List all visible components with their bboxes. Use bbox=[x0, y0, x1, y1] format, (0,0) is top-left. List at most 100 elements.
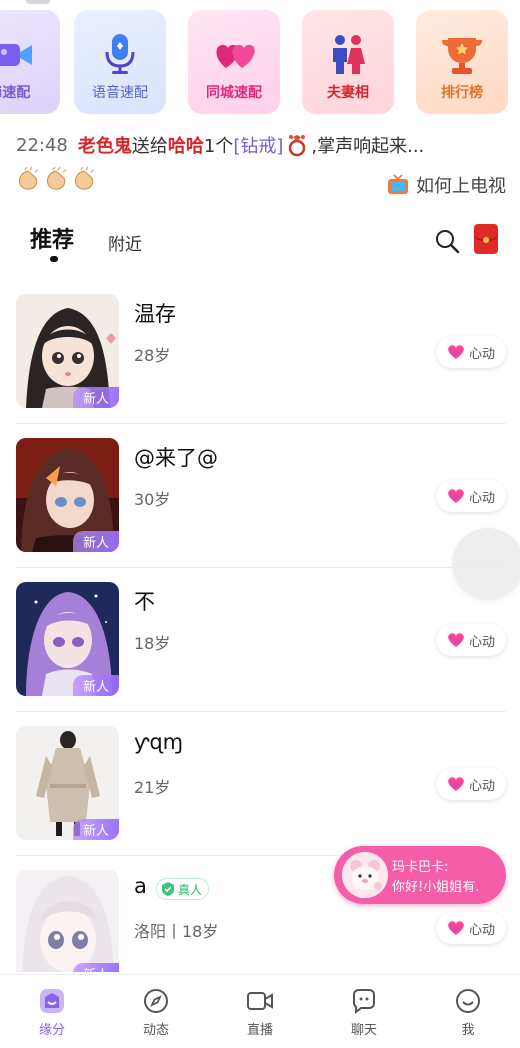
like-label: 心动 bbox=[468, 490, 495, 506]
avatar-image bbox=[16, 870, 119, 972]
broadcast-time: 22:48 bbox=[16, 134, 68, 156]
ring-icon bbox=[289, 135, 306, 157]
user-name: a bbox=[134, 874, 147, 898]
avatar[interactable]: 新人 bbox=[16, 438, 119, 552]
new-user-badge: 新人 bbox=[72, 387, 119, 408]
new-user-badge: 新人 bbox=[72, 531, 119, 552]
list-item[interactable]: 新人 不 18岁 心动 bbox=[0, 568, 520, 712]
clap-icon bbox=[75, 166, 95, 190]
list-item[interactable]: 新人 @来了@ 30岁 心动 bbox=[0, 424, 520, 568]
broadcast-suffix: ,掌声响起来... bbox=[311, 136, 425, 157]
hearts-icon bbox=[216, 44, 255, 68]
tv-icon bbox=[388, 174, 408, 194]
chat-popup-name: 玛卡巴卡: bbox=[392, 860, 449, 875]
list-item[interactable]: 新人 ƴɋɱ 21岁 心动 bbox=[0, 712, 520, 856]
feature-row: i速配 语音速配 同城速配 夫妻相 排行榜 bbox=[0, 0, 520, 122]
video-match-card[interactable]: i速配 bbox=[0, 10, 60, 114]
smile-icon bbox=[456, 989, 480, 1013]
camera-icon bbox=[247, 992, 273, 1010]
ranking-label: 排行榜 bbox=[441, 85, 483, 101]
user-age: 21岁 bbox=[134, 778, 171, 797]
chat-icon bbox=[353, 989, 375, 1015]
verified-label: 真人 bbox=[178, 882, 203, 897]
city-match-card[interactable]: 同城速配 bbox=[188, 10, 280, 114]
couple-card[interactable]: 夫妻相 bbox=[302, 10, 394, 114]
avatar[interactable]: 新人 bbox=[16, 726, 119, 840]
nav-label: 聊天 bbox=[350, 1023, 377, 1038]
broadcast-verb: 送给 bbox=[131, 136, 168, 157]
broadcast-gift: [钻戒] bbox=[233, 136, 284, 157]
avatar[interactable]: 新人 bbox=[16, 582, 119, 696]
user-age: 18岁 bbox=[134, 634, 171, 653]
gift-broadcast[interactable]: 22:48 老色鬼 送给 哈哈 1个 [钻戒] ,掌声响起来... bbox=[16, 132, 506, 158]
like-button[interactable]: 心动 bbox=[436, 480, 506, 512]
user-age: 30岁 bbox=[134, 490, 171, 509]
voice-match-card[interactable]: 语音速配 bbox=[74, 10, 166, 114]
nav-me[interactable]: 我 bbox=[416, 975, 520, 1048]
user-location-age: 洛阳丨18岁 bbox=[134, 922, 219, 941]
tab-nearby[interactable]: 附近 bbox=[108, 230, 142, 255]
compass-icon bbox=[144, 989, 168, 1013]
tab-recommend[interactable]: 推荐 bbox=[30, 222, 74, 254]
clap-icon bbox=[19, 166, 39, 190]
city-match-label: 同城速配 bbox=[206, 85, 262, 101]
avatar[interactable]: 新人 bbox=[16, 870, 119, 972]
heart-icon bbox=[448, 777, 464, 791]
broadcast-sender[interactable]: 老色鬼 bbox=[78, 132, 132, 158]
broadcast-receiver[interactable]: 哈哈 bbox=[168, 132, 204, 158]
like-button[interactable]: 心动 bbox=[436, 912, 506, 944]
nav-label: 动态 bbox=[142, 1023, 169, 1038]
top-partial-icon bbox=[26, 0, 50, 4]
new-user-badge: 新人 bbox=[72, 819, 119, 840]
chat-popup-message: 你好!小姐姐有. bbox=[392, 880, 480, 895]
red-packet-icon[interactable] bbox=[474, 224, 498, 254]
verified-badge: 真人 bbox=[156, 878, 210, 900]
couple-label: 夫妻相 bbox=[327, 85, 369, 101]
how-to-get-on-tv-link[interactable]: 如何上电视 bbox=[386, 170, 506, 200]
heart-icon bbox=[448, 633, 464, 647]
video-icon bbox=[0, 44, 32, 66]
verified-check-icon bbox=[162, 882, 174, 896]
nav-fate[interactable]: 缘分 bbox=[0, 975, 104, 1048]
heart-icon bbox=[448, 489, 464, 503]
like-label: 心动 bbox=[468, 346, 495, 362]
like-label: 心动 bbox=[468, 634, 495, 650]
user-age: 28岁 bbox=[134, 346, 171, 365]
like-button[interactable]: 心动 bbox=[436, 336, 506, 368]
ranking-card[interactable]: 排行榜 bbox=[416, 10, 508, 114]
chat-popup[interactable]: 玛卡巴卡: 你好!小姐姐有. bbox=[334, 846, 506, 904]
user-name: 温存 bbox=[134, 302, 176, 326]
nav-chat[interactable]: 聊天 bbox=[312, 975, 416, 1048]
tv-link-label: 如何上电视 bbox=[416, 176, 506, 197]
user-name: @来了@ bbox=[134, 446, 218, 470]
floating-assist-button[interactable] bbox=[452, 528, 520, 600]
user-name: ƴɋɱ bbox=[134, 730, 184, 754]
clap-row bbox=[16, 166, 98, 194]
list-item[interactable]: 新人 温存 28岁 心动 bbox=[0, 280, 520, 424]
nav-label: 缘分 bbox=[38, 1023, 65, 1038]
like-label: 心动 bbox=[468, 778, 495, 794]
video-match-label: i速配 bbox=[0, 85, 31, 101]
nav-label: 我 bbox=[461, 1023, 475, 1038]
bottom-nav: 缘分 动态 直播 聊天 我 bbox=[0, 974, 520, 1048]
trophy-icon bbox=[442, 38, 482, 74]
new-user-badge: 新人 bbox=[72, 675, 119, 696]
nav-live[interactable]: 直播 bbox=[208, 975, 312, 1048]
clap-icon bbox=[47, 166, 67, 190]
heart-icon bbox=[448, 345, 464, 359]
active-tab-indicator bbox=[50, 256, 58, 262]
bear-icon bbox=[342, 852, 388, 898]
couple-icon bbox=[333, 35, 365, 74]
like-button[interactable]: 心动 bbox=[436, 768, 506, 800]
heart-icon bbox=[448, 921, 464, 935]
microphone-icon bbox=[105, 34, 135, 74]
like-button[interactable]: 心动 bbox=[436, 624, 506, 656]
new-user-badge: 新人 bbox=[72, 963, 119, 972]
search-icon[interactable] bbox=[434, 228, 460, 254]
like-label: 心动 bbox=[468, 922, 495, 938]
tab-bar: 推荐 附近 bbox=[0, 222, 520, 266]
broadcast-count: 1个 bbox=[203, 136, 234, 157]
chat-popup-avatar bbox=[342, 852, 388, 898]
avatar[interactable]: 新人 bbox=[16, 294, 119, 408]
nav-moments[interactable]: 动态 bbox=[104, 975, 208, 1048]
